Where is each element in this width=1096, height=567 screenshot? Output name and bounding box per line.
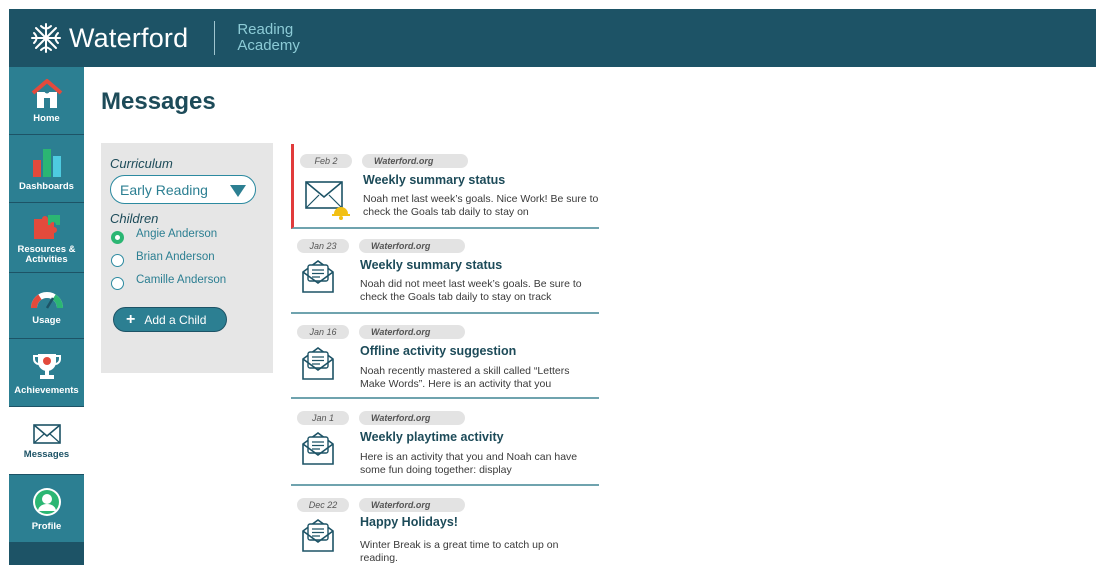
sidebar-item-achievements[interactable]: Achievements (9, 339, 84, 407)
message-date: Jan 23 (297, 239, 349, 253)
child-name: Angie Anderson (136, 227, 218, 240)
open-envelope-icon (301, 258, 335, 299)
message-item[interactable]: Feb 2 Waterford.org Weekly summary statu… (291, 144, 599, 229)
person-icon (31, 486, 63, 522)
message-date: Jan 16 (297, 325, 349, 339)
message-sender: Waterford.org (359, 411, 465, 425)
sidebar-item-profile[interactable]: Profile (9, 475, 84, 543)
message-preview: Noah met last week’s goals. Nice Work! B… (363, 193, 599, 218)
message-preview: Here is an activity that you and Noah ca… (360, 451, 578, 476)
brand-name: Waterford (69, 22, 189, 53)
message-title: Offline activity suggestion (360, 344, 517, 358)
child-radio-camille[interactable]: Camille Anderson (111, 273, 227, 290)
curriculum-label: Curriculum (110, 156, 173, 171)
sidebar-item-resources-activities[interactable]: Resources & Activities (9, 203, 84, 273)
message-preview: Winter Break is a great time to catch up… (360, 539, 559, 564)
product-name-line1: Reading (237, 21, 294, 38)
sidebar-item-label: Messages (23, 448, 70, 460)
children-label: Children (110, 211, 159, 226)
message-sender: Waterford.org (359, 498, 465, 512)
add-child-label: Add a Child (144, 312, 207, 327)
message-sender: Waterford.org (362, 154, 468, 168)
curriculum-select[interactable]: Early Reading (110, 175, 256, 204)
sidebar-item-home[interactable]: Home (9, 67, 84, 135)
add-child-button[interactable]: + Add a Child (113, 307, 227, 332)
waterford-star-logo-icon (29, 21, 63, 55)
child-name: Camille Anderson (136, 273, 227, 286)
child-name: Brian Anderson (136, 250, 215, 263)
message-preview: Noah recently mastered a skill called “L… (360, 365, 570, 390)
sidebar-item-label: Profile (31, 520, 62, 532)
open-envelope-icon (301, 517, 335, 558)
message-item[interactable]: Dec 22 Waterford.org Happy Holidays! Win… (291, 487, 599, 567)
page-title: Messages (101, 88, 216, 115)
message-title: Happy Holidays! (360, 515, 458, 529)
envelope-bell-icon (304, 178, 350, 225)
message-sender: Waterford.org (359, 239, 465, 253)
bar-chart-icon (30, 146, 64, 182)
trophy-icon (30, 350, 64, 386)
message-title: Weekly summary status (360, 258, 503, 272)
house-icon (30, 78, 64, 114)
message-title: Weekly summary status (363, 173, 506, 187)
open-envelope-icon (301, 430, 335, 471)
message-item[interactable]: Jan 23 Waterford.org Weekly summary stat… (291, 230, 599, 314)
sidebar-item-label: Usage (32, 314, 61, 326)
child-radio-brian[interactable]: Brian Anderson (111, 250, 215, 267)
radio-unselected-icon (111, 254, 124, 267)
message-date: Jan 1 (297, 411, 349, 425)
sidebar-item-label: Dashboards (19, 180, 74, 192)
message-sender: Waterford.org (359, 325, 465, 339)
curriculum-select-value: Early Reading (120, 181, 208, 198)
sidebar-item-label: Resources & Activities (17, 243, 76, 265)
top-header-bar: Waterford Reading Academy (9, 9, 1096, 67)
sidebar-item-usage[interactable]: Usage (9, 273, 84, 339)
sidebar-item-dashboards[interactable]: Dashboards (9, 135, 84, 203)
chevron-down-icon (230, 185, 246, 197)
envelope-icon (32, 422, 62, 450)
radio-unselected-icon (111, 277, 124, 290)
gauge-icon (30, 286, 64, 316)
sidebar-item-label: Achievements (14, 384, 79, 396)
filter-panel: Curriculum Early Reading Children Angie … (101, 143, 273, 373)
sidebar-nav: Home Dashboards Resources & Activities U… (9, 67, 84, 565)
brand-logo[interactable]: Waterford (29, 21, 188, 55)
child-radio-angie[interactable]: Angie Anderson (111, 227, 218, 244)
product-name-line2: Academy (237, 37, 300, 54)
plus-icon: + (126, 310, 136, 328)
header-divider (214, 21, 216, 55)
sidebar-item-label: Home (33, 112, 60, 124)
message-title: Weekly playtime activity (360, 430, 504, 444)
product-name: Reading Academy (237, 22, 300, 54)
message-date: Feb 2 (300, 154, 352, 168)
radio-selected-icon (111, 231, 124, 244)
message-preview: Noah did not meet last week’s goals. Be … (360, 278, 582, 303)
open-envelope-icon (301, 345, 335, 386)
puzzle-icon (30, 211, 64, 245)
message-item[interactable]: Jan 1 Waterford.org Weekly playtime acti… (291, 400, 599, 486)
message-item[interactable]: Jan 16 Waterford.org Offline activity su… (291, 315, 599, 399)
message-date: Dec 22 (297, 498, 349, 512)
sidebar-item-messages[interactable]: Messages (9, 407, 84, 475)
